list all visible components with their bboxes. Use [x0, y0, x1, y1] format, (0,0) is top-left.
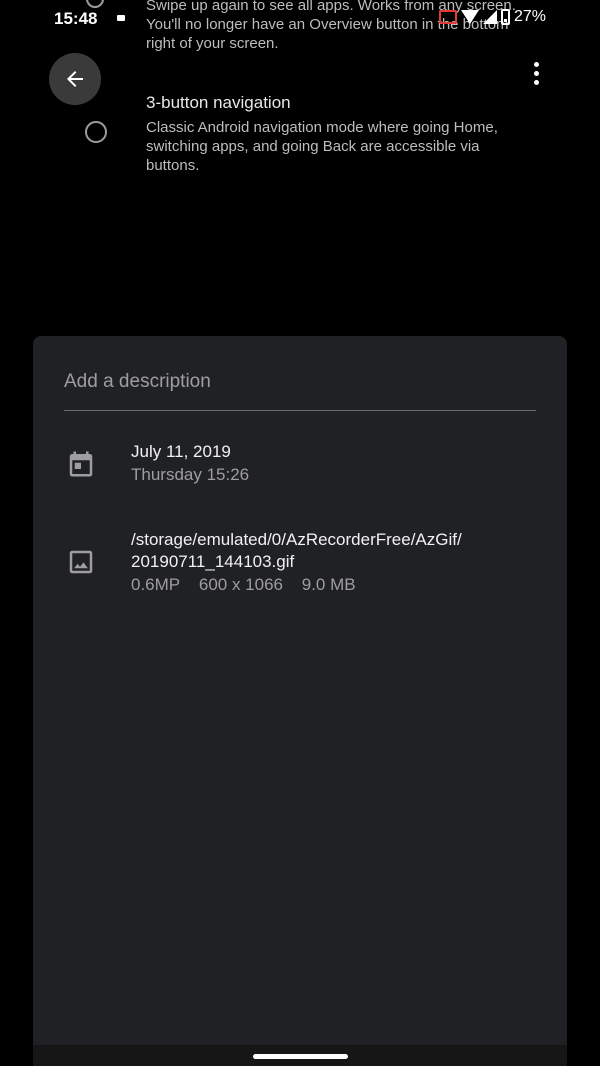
status-icons: 27% [438, 8, 546, 26]
status-bar: 15:48 27% [0, 0, 600, 36]
battery-percent: 27% [513, 8, 546, 25]
date-secondary: Thursday 15:26 [131, 465, 250, 484]
info-sheet: Add a description July 11, 2019 Thursday… [33, 336, 567, 1066]
wifi-icon [460, 10, 479, 24]
cast-icon [438, 10, 457, 24]
calendar-icon [69, 451, 93, 477]
file-name: 20190711_144103.gif [131, 552, 295, 571]
back-button[interactable] [49, 53, 101, 105]
image-icon [69, 550, 93, 574]
description-placeholder: Add a description [64, 371, 211, 392]
home-gesture-handle[interactable] [253, 1054, 348, 1059]
file-path: /storage/emulated/0/AzRecorderFree/AzGif… [131, 530, 462, 549]
file-megapixels: 0.6MP [131, 575, 181, 594]
battery-icon [500, 9, 510, 25]
option-title: 3-button navigation [146, 93, 291, 112]
notification-icon [117, 15, 125, 21]
file-dimensions: 600 x 1066 [198, 575, 284, 594]
signal-icon [482, 10, 497, 24]
radio-button-3-button-nav[interactable] [85, 121, 107, 143]
date-primary: July 11, 2019 [131, 442, 231, 461]
screen: Swipe up again to see all apps. Works fr… [0, 0, 600, 1066]
more-options-button[interactable] [524, 58, 548, 88]
file-meta: 0.6MP 600 x 1066 9.0 MB [131, 573, 551, 597]
description-input[interactable]: Add a description [64, 369, 536, 411]
status-time: 15:48 [54, 9, 98, 28]
file-size: 9.0 MB [301, 575, 356, 594]
option-description: Classic Android navigation mode where go… [146, 119, 498, 174]
more-vert-icon [533, 61, 539, 67]
arrow-back-icon [67, 71, 83, 87]
